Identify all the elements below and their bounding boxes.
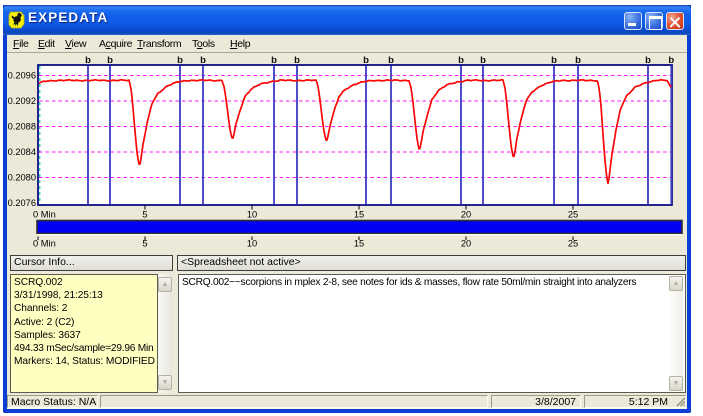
svg-text:0.2092: 0.2092 <box>8 96 36 106</box>
svg-text:b: b <box>85 55 91 66</box>
svg-text:0.2088: 0.2088 <box>8 122 36 132</box>
svg-text:b: b <box>458 55 464 66</box>
svg-text:b: b <box>388 55 394 66</box>
svg-text:0 Min: 0 Min <box>33 239 56 249</box>
svg-text:10: 10 <box>247 209 257 219</box>
svg-text:0.2096: 0.2096 <box>8 71 36 81</box>
svg-text:b: b <box>271 55 277 66</box>
svg-text:0.2080: 0.2080 <box>8 173 36 183</box>
svg-text:b: b <box>668 55 674 66</box>
svg-text:5: 5 <box>142 239 147 249</box>
svg-text:0.2084: 0.2084 <box>8 147 36 157</box>
svg-text:0.2076: 0.2076 <box>8 198 36 208</box>
svg-text:b: b <box>200 55 206 66</box>
svg-text:25: 25 <box>568 209 578 219</box>
svg-text:b: b <box>480 55 486 66</box>
svg-text:15: 15 <box>354 209 364 219</box>
svg-text:b: b <box>177 55 183 66</box>
svg-text:b: b <box>107 55 113 66</box>
svg-text:b: b <box>294 55 300 66</box>
svg-text:20: 20 <box>461 209 471 219</box>
svg-text:b: b <box>645 55 651 66</box>
svg-text:b: b <box>363 55 369 66</box>
svg-text:0 Min: 0 Min <box>33 209 56 219</box>
svg-text:b: b <box>575 55 581 66</box>
svg-text:20: 20 <box>461 239 471 249</box>
svg-text:25: 25 <box>568 239 578 249</box>
svg-text:5: 5 <box>142 209 147 219</box>
svg-text:15: 15 <box>354 239 364 249</box>
svg-text:b: b <box>551 55 557 66</box>
svg-text:10: 10 <box>247 239 257 249</box>
